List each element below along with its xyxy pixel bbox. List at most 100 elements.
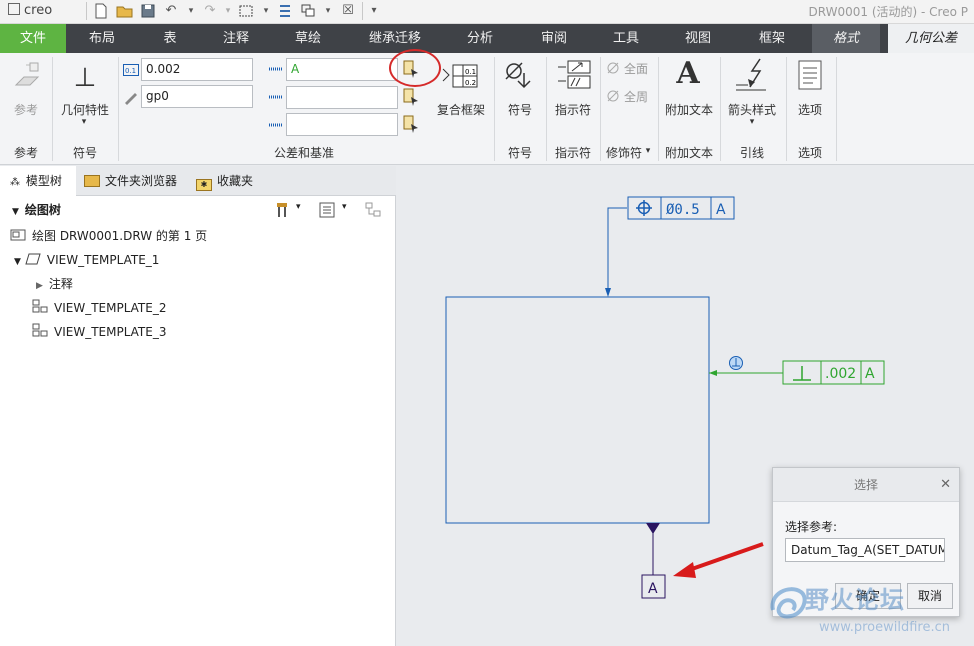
geometric-characteristic-button[interactable]: 几何特性 bbox=[56, 101, 114, 118]
all-around-button-2[interactable]: 全周 bbox=[624, 88, 654, 105]
quick-access-toolbar: creo ↶ ▾ ↷ ▾ ▾ ▾ ☒ ▾ DRW0001 (活动的) - Cre… bbox=[0, 0, 974, 24]
top-gtol-frame[interactable]: Ø0.5 A bbox=[627, 196, 735, 220]
tab-gtol[interactable]: 几何公差 bbox=[888, 24, 974, 53]
geometric-characteristic-dropdown-icon[interactable]: ▾ bbox=[78, 117, 90, 127]
tree-header[interactable]: ▼ 绘图树 bbox=[12, 199, 61, 221]
open-folder-icon[interactable] bbox=[116, 3, 133, 19]
group-label-symbol: 符号 bbox=[72, 146, 97, 160]
windows-icon[interactable] bbox=[300, 3, 316, 19]
all-around-icon-1[interactable] bbox=[606, 61, 620, 75]
tab-analysis[interactable]: 分析 bbox=[452, 24, 508, 53]
tree-item[interactable]: ▶ 注释 bbox=[36, 273, 73, 295]
customize-toolbar-icon[interactable]: ▾ bbox=[366, 3, 382, 19]
tab-table[interactable]: 表 bbox=[140, 24, 200, 53]
tree-item[interactable]: VIEW_TEMPLATE_3 bbox=[32, 321, 166, 343]
tab-frame[interactable]: 框架 bbox=[744, 24, 800, 53]
group-label-additional-text: 附加文本 bbox=[664, 146, 713, 160]
tab-favorites-label: 收藏夹 bbox=[217, 174, 254, 188]
group-separator bbox=[720, 57, 721, 161]
symbol-button[interactable]: 符号 bbox=[498, 101, 542, 118]
tolerance-value-input[interactable]: 0.002 bbox=[141, 58, 253, 81]
tree-item[interactable]: 绘图 DRW0001.DRW 的第 1 页 bbox=[10, 225, 207, 247]
options-button[interactable]: 选项 bbox=[790, 101, 830, 118]
group-label-modifier: 修饰符 bbox=[605, 146, 642, 160]
gtol-name-input[interactable]: gp0 bbox=[141, 85, 253, 108]
close-icon[interactable]: ✕ bbox=[940, 477, 951, 492]
tree-item[interactable]: VIEW_TEMPLATE_2 bbox=[32, 297, 166, 319]
reference-button[interactable]: 参考 bbox=[4, 101, 48, 118]
redo-icon[interactable]: ↷ bbox=[202, 3, 218, 19]
tab-file[interactable]: 文件 bbox=[0, 24, 66, 53]
group-separator bbox=[118, 57, 119, 161]
tab-review[interactable]: 审阅 bbox=[526, 24, 582, 53]
group-separator bbox=[600, 57, 601, 161]
composite-frame-button[interactable]: 复合框架 bbox=[432, 101, 490, 118]
undo-dropdown-icon[interactable]: ▾ bbox=[183, 3, 199, 19]
diameter-symbol-icon[interactable] bbox=[502, 59, 536, 93]
primary-datum-input[interactable]: A bbox=[286, 58, 398, 81]
tab-format[interactable]: 格式 bbox=[812, 24, 880, 53]
undo-icon[interactable]: ↶ bbox=[163, 3, 179, 19]
datum-select-icon-3[interactable] bbox=[402, 114, 420, 134]
tree-columns-dropdown-icon[interactable]: ▾ bbox=[342, 202, 352, 212]
perpendicularity-icon[interactable]: ⊥ bbox=[68, 63, 102, 93]
box-select-icon[interactable] bbox=[238, 3, 254, 19]
drawing-view-outline[interactable] bbox=[445, 296, 710, 524]
tertiary-datum-input[interactable] bbox=[286, 113, 398, 136]
tree-item-label: 注释 bbox=[48, 277, 73, 291]
new-file-icon[interactable] bbox=[93, 3, 109, 19]
ribbon-tabs: 文件 布局 表 注释 草绘 继承迁移 分析 审阅 工具 视图 框架 格式 几何公… bbox=[0, 24, 974, 53]
tree-item[interactable]: ▼ VIEW_TEMPLATE_1 bbox=[14, 249, 159, 271]
arrow-style-button[interactable]: 箭头样式 bbox=[724, 101, 780, 118]
secondary-datum-icon bbox=[268, 92, 284, 104]
expand-down-icon[interactable]: ▼ bbox=[14, 257, 21, 267]
arrow-style-dropdown-icon[interactable]: ▾ bbox=[746, 117, 758, 127]
reference-icon[interactable] bbox=[10, 59, 44, 93]
group-label-tolerance-datum: 公差和基准 bbox=[273, 146, 334, 160]
options-icon[interactable] bbox=[796, 59, 824, 93]
redo-dropdown-icon[interactable]: ▾ bbox=[220, 3, 236, 19]
additional-text-button[interactable]: 附加文本 bbox=[662, 101, 716, 118]
close-window-icon[interactable]: ☒ bbox=[340, 3, 356, 19]
right-gtol-frame[interactable]: .002 A bbox=[782, 360, 885, 385]
arrow-style-icon[interactable] bbox=[734, 57, 770, 93]
tab-folder-browser[interactable]: 文件夹浏览器 bbox=[84, 166, 190, 196]
indicator-button[interactable]: 指示符 bbox=[550, 101, 596, 118]
modifier-dropdown-icon[interactable]: ▾ bbox=[643, 146, 653, 156]
model-tree-panel: ⁂ 模型树 文件夹浏览器 ✱ 收藏夹 ▼ 绘图树 ▾ ▾ 绘图 DRW0001.DR… bbox=[0, 166, 396, 646]
svg-text:0.2: 0.2 bbox=[465, 79, 476, 87]
datum-tag-box[interactable]: A bbox=[641, 574, 666, 599]
composite-frame-icon[interactable]: 0.1 0.2 bbox=[441, 63, 479, 89]
secondary-datum-input[interactable] bbox=[286, 86, 398, 109]
tree-item-label: VIEW_TEMPLATE_3 bbox=[54, 325, 167, 339]
tab-view[interactable]: 视图 bbox=[670, 24, 726, 53]
svg-text:0.1: 0.1 bbox=[465, 68, 476, 76]
tab-favorites[interactable]: ✱ 收藏夹 bbox=[196, 166, 266, 196]
datum-select-icon-2[interactable] bbox=[402, 87, 420, 107]
tab-layout[interactable]: 布局 bbox=[72, 24, 132, 53]
tree-settings-icon[interactable] bbox=[276, 201, 296, 219]
tree-filter-icon[interactable] bbox=[364, 201, 384, 219]
tab-model-tree-label: 模型树 bbox=[25, 174, 62, 188]
model-tree-icon: ⁂ bbox=[10, 177, 20, 188]
select-dropdown-icon[interactable]: ▾ bbox=[258, 3, 274, 19]
collapse-icon[interactable]: ▼ bbox=[12, 207, 19, 217]
select-reference-input[interactable]: Datum_Tag_A(SET_DATUM bbox=[785, 538, 945, 562]
windows-dropdown-icon[interactable]: ▾ bbox=[320, 3, 336, 19]
view-template-icon bbox=[32, 322, 48, 337]
indicator-icon[interactable] bbox=[556, 59, 592, 93]
all-around-icon-2[interactable] bbox=[606, 89, 620, 103]
drawing-sheet-icon bbox=[10, 226, 26, 241]
tab-annotate[interactable]: 注释 bbox=[206, 24, 266, 53]
save-icon[interactable] bbox=[140, 3, 156, 19]
regenerate-icon[interactable] bbox=[277, 3, 293, 19]
tab-sketch[interactable]: 草绘 bbox=[278, 24, 338, 53]
additional-text-icon[interactable]: A bbox=[670, 59, 706, 89]
tab-tools[interactable]: 工具 bbox=[598, 24, 654, 53]
expand-right-icon[interactable]: ▶ bbox=[36, 281, 43, 291]
all-around-button-1[interactable]: 全面 bbox=[624, 60, 654, 77]
watermark-url: www.proewildfire.cn bbox=[819, 620, 950, 635]
tree-settings-dropdown-icon[interactable]: ▾ bbox=[296, 202, 306, 212]
tree-columns-icon[interactable] bbox=[318, 201, 336, 219]
tab-model-tree[interactable]: ⁂ 模型树 bbox=[0, 166, 76, 196]
